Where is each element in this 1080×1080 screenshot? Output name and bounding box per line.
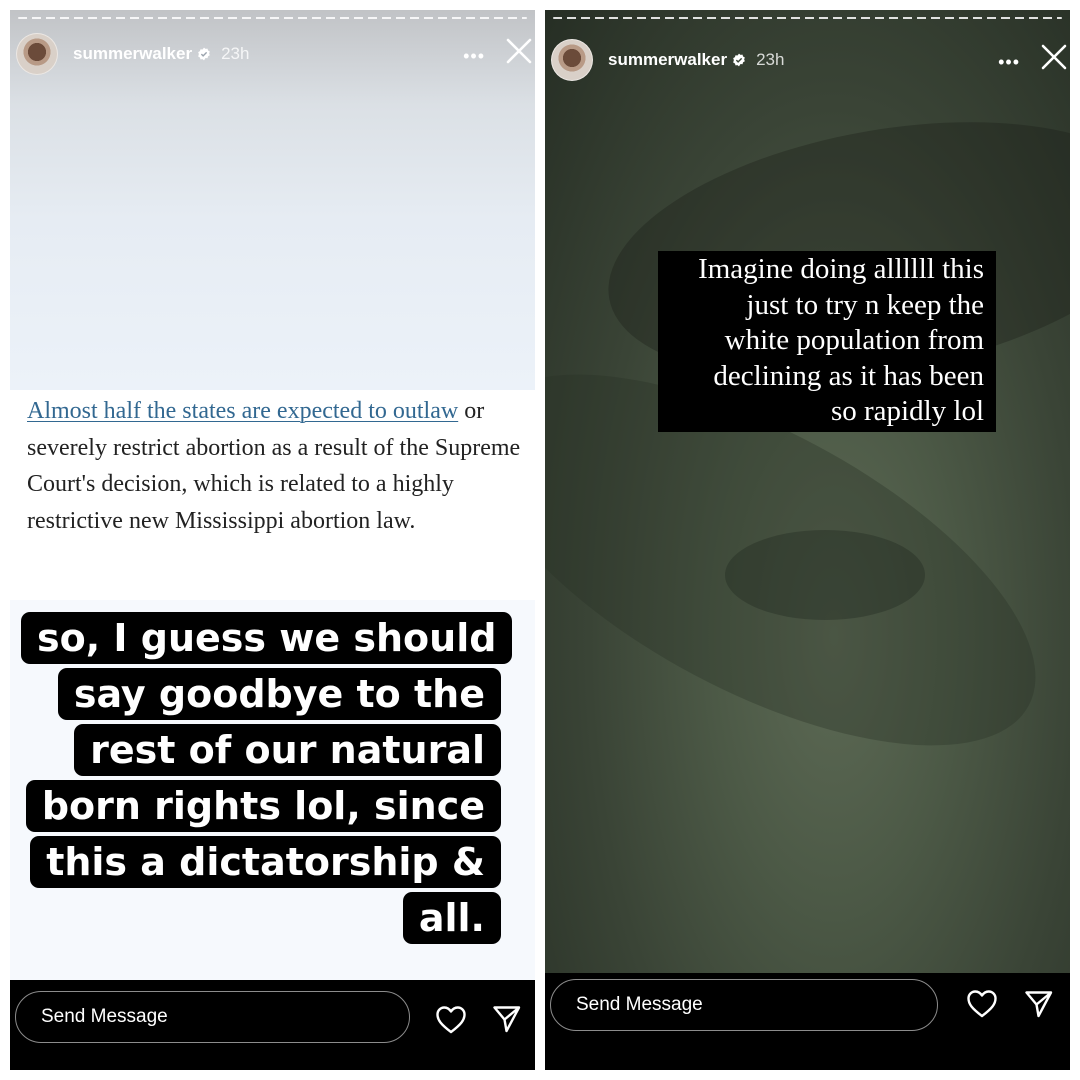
story-caption-text: so, I guess we should say goodbye to the… (21, 612, 513, 944)
story-background-photo (545, 10, 1070, 973)
heart-icon[interactable] (435, 1005, 467, 1035)
progress-segment (18, 17, 527, 19)
story-caption: Imagine doing allllll this just to try n… (658, 251, 996, 432)
verified-badge-icon (733, 53, 745, 67)
username[interactable]: summerwalker (73, 44, 192, 64)
close-icon[interactable] (1040, 43, 1068, 71)
heart-icon[interactable] (966, 989, 998, 1019)
story-header: summerwalker 23h ••• (10, 32, 535, 76)
story-footer: Send Message (10, 980, 535, 1070)
verified-badge-icon (198, 47, 210, 61)
send-message-input[interactable]: Send Message (550, 979, 938, 1031)
story-header: summerwalker 23h ••• (545, 38, 1070, 82)
article-text: Almost half the states are expected to o… (27, 393, 522, 539)
story-panel-right[interactable]: Imagine doing allllll this just to try n… (545, 10, 1070, 1070)
avatar[interactable] (16, 33, 58, 75)
paper-plane-icon[interactable] (1024, 989, 1054, 1019)
story-panel-left[interactable]: Almost half the states are expected to o… (10, 10, 535, 1070)
story-progress-bar (10, 17, 535, 20)
more-options-icon[interactable]: ••• (998, 52, 1020, 73)
close-icon[interactable] (505, 37, 533, 65)
story-caption: so, I guess we should say goodbye to the… (21, 610, 513, 946)
send-message-input[interactable]: Send Message (15, 991, 410, 1043)
story-progress-bar (545, 17, 1070, 20)
article-snippet: Almost half the states are expected to o… (10, 390, 535, 600)
paper-plane-icon[interactable] (492, 1004, 522, 1034)
story-footer: Send Message (545, 973, 1070, 1070)
avatar[interactable] (551, 39, 593, 81)
post-time: 23h (756, 50, 785, 69)
article-link[interactable]: Almost half the states are expected to o… (27, 398, 458, 424)
post-time: 23h (221, 44, 250, 63)
progress-segment (553, 17, 1062, 19)
username[interactable]: summerwalker (608, 50, 727, 70)
more-options-icon[interactable]: ••• (463, 46, 485, 67)
